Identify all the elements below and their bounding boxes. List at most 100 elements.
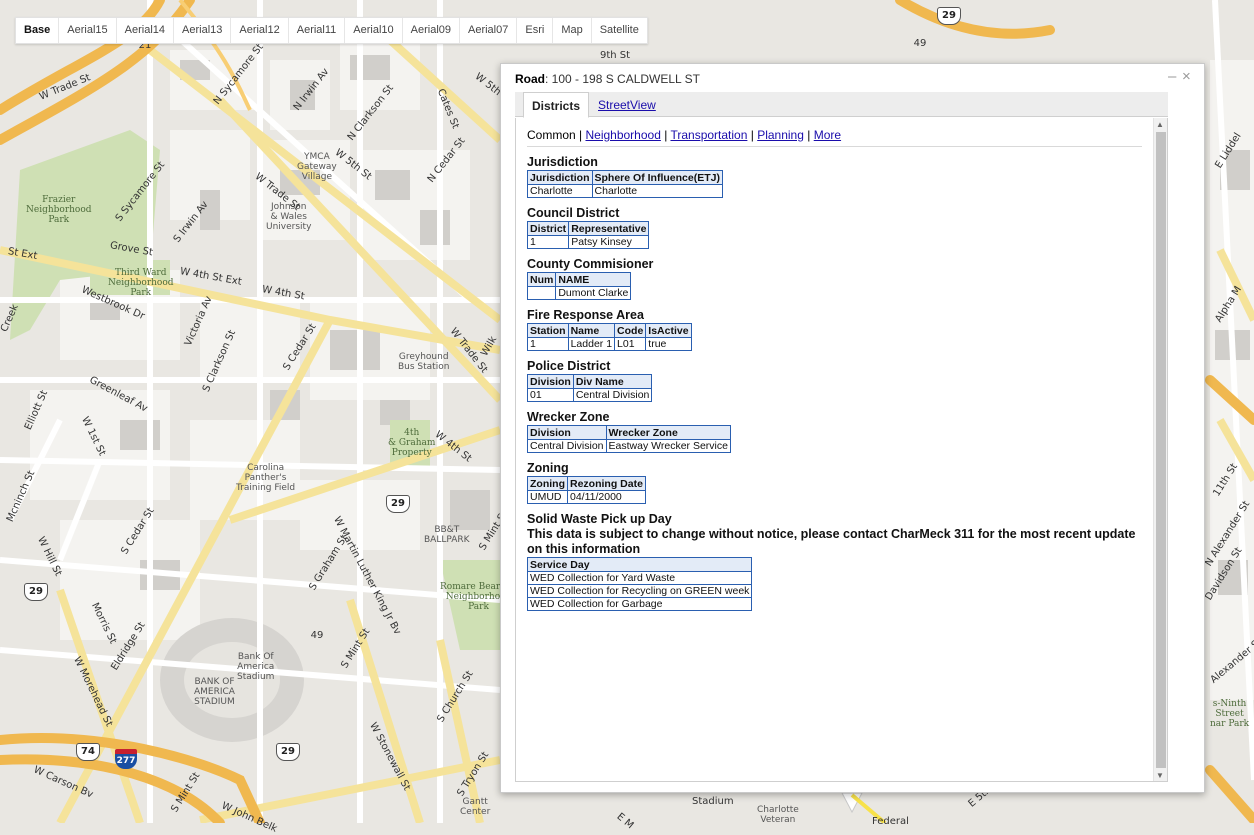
section-jurisdiction: Jurisdiction Jurisdiction Sphere Of Influe… xyxy=(527,155,1142,198)
layer-tab-aerial13[interactable]: Aerial13 xyxy=(174,18,232,43)
table-cell: 04/11/2000 xyxy=(567,490,646,504)
table-header-cell: Division xyxy=(527,425,607,440)
map-street-label: 9th St xyxy=(600,50,631,61)
data-table: Jurisdiction Sphere Of Influence(ETJ) Char… xyxy=(527,170,723,198)
table-row: Central Division Eastway Wrecker Service xyxy=(527,439,731,453)
table-cell: 1 xyxy=(527,337,569,351)
layer-tab-esri[interactable]: Esri xyxy=(517,18,554,43)
section-county-commissioner: County Commisioner Num NAME Dumont Clarke xyxy=(526,257,1142,300)
map-place-label: BB&T BALLPARK xyxy=(424,525,470,545)
scroll-thumb[interactable] xyxy=(1156,132,1166,768)
section-wrecker-zone: Wrecker Zone Division Wrecker Zone Central … xyxy=(527,410,1142,453)
layer-tab-aerial14[interactable]: Aerial14 xyxy=(117,18,175,43)
table-header-cell: District xyxy=(526,221,570,236)
us-route-shield: 74 xyxy=(76,743,100,761)
table-cell: L01 xyxy=(614,337,647,351)
category-common: Common xyxy=(527,128,576,142)
table-header-cell: Rezoning Date xyxy=(567,476,646,491)
table-header-cell: Code xyxy=(614,323,647,338)
popup-tab-bar: Districts StreetView xyxy=(515,92,1168,118)
scroll-up-icon[interactable]: ▲ xyxy=(1156,120,1164,129)
section-title: Wrecker Zone xyxy=(527,410,610,424)
section-title: County Commisioner xyxy=(527,257,654,271)
section-police-district: Police District Division Div Name 01 Central… xyxy=(527,359,1142,402)
map-street-label: Federal xyxy=(872,816,909,827)
us-route-shield: 29 xyxy=(937,7,961,25)
popup-title-label: Road xyxy=(515,72,545,86)
layer-tab-aerial11[interactable]: Aerial11 xyxy=(289,18,346,43)
table-header-cell: Division xyxy=(527,374,574,389)
data-table: Zoning Rezoning Date UMUD 04/11/2000 xyxy=(527,476,646,504)
minimize-icon[interactable]: – xyxy=(1168,68,1176,85)
table-header-cell: Jurisdiction xyxy=(527,170,593,185)
section-zoning: Zoning Zoning Rezoning Date UMUD 04/11/2000 xyxy=(527,461,1142,504)
table-row: Charlotte Charlotte xyxy=(527,184,723,198)
table-header-row: Station Name Code IsActive xyxy=(527,323,692,338)
popup-content[interactable]: Common | Neighborhood | Transportation |… xyxy=(515,118,1168,782)
table-header-cell: Station xyxy=(527,323,569,338)
section-title: Jurisdiction xyxy=(527,155,598,169)
table-header-row: Division Div Name xyxy=(527,374,653,389)
link-more[interactable]: More xyxy=(814,128,841,142)
popup-scrollbar[interactable]: ▲ ▼ xyxy=(1153,118,1167,781)
table-header-cell: Wrecker Zone xyxy=(605,425,731,440)
layer-tab-aerial15[interactable]: Aerial15 xyxy=(59,18,117,43)
tab-districts[interactable]: Districts xyxy=(523,92,590,118)
basemap-layer-selector: Base Aerial15 Aerial14 Aerial13 Aerial12… xyxy=(15,17,648,44)
map-place-label: Greyhound Bus Station xyxy=(398,352,450,372)
table-header-cell: Zoning xyxy=(527,476,568,491)
scroll-down-icon[interactable]: ▼ xyxy=(1156,771,1164,780)
route-label: 49 xyxy=(913,38,927,49)
table-cell: Dumont Clarke xyxy=(555,286,632,300)
table-header-cell: Name xyxy=(567,323,616,338)
close-icon[interactable]: × xyxy=(1182,68,1191,85)
table-cell: Central Division xyxy=(527,439,607,453)
table-header-row: Zoning Rezoning Date xyxy=(527,476,646,491)
link-neighborhood[interactable]: Neighborhood xyxy=(585,128,660,142)
section-note: This data is subject to change without n… xyxy=(527,527,1136,556)
table-cell: Patsy Kinsey xyxy=(568,235,650,249)
table-cell: Charlotte xyxy=(527,184,593,198)
section-title: Police District xyxy=(527,359,611,373)
table-cell: 1 xyxy=(526,235,570,249)
layer-tab-aerial10[interactable]: Aerial10 xyxy=(345,18,403,43)
popup-title: Road: 100 - 198 S CALDWELL ST xyxy=(515,72,700,86)
map-place-label: BANK OF AMERICA STADIUM xyxy=(194,677,235,707)
interstate-shield: 277 xyxy=(115,749,137,769)
separator: | xyxy=(575,128,586,142)
table-row: WED Collection for Garbage xyxy=(526,597,753,611)
us-route-shield: 29 xyxy=(24,583,48,601)
table-cell: WED Collection for Recycling on GREEN we… xyxy=(526,584,753,598)
layer-tab-aerial09[interactable]: Aerial09 xyxy=(403,18,460,43)
table-header-row: Jurisdiction Sphere Of Influence(ETJ) xyxy=(527,170,723,185)
link-transportation[interactable]: Transportation xyxy=(670,128,747,142)
tab-streetview[interactable]: StreetView xyxy=(598,92,656,118)
table-header-row: Num NAME xyxy=(526,272,632,287)
table-row: Dumont Clarke xyxy=(526,286,632,300)
us-route-shield: 29 xyxy=(276,743,300,761)
table-cell: WED Collection for Yard Waste xyxy=(526,571,753,585)
map-park-label: s-Ninth Street nar Park xyxy=(1210,699,1250,729)
layer-tab-satellite[interactable]: Satellite xyxy=(592,18,647,43)
section-solid-waste: Solid Waste Pick up Day This data is subj… xyxy=(526,512,1142,611)
layer-tab-base[interactable]: Base xyxy=(16,18,60,43)
table-header-cell: Service Day xyxy=(526,557,753,572)
table-cell: UMUD xyxy=(527,490,568,504)
map-place-label: YMCA Gateway Village xyxy=(297,152,337,182)
info-popup: Road: 100 - 198 S CALDWELL ST – × Distri… xyxy=(500,63,1205,793)
data-table: Division Div Name 01 Central Division xyxy=(527,374,653,402)
section-title: Council District xyxy=(527,206,620,220)
districts-panel: Common | Neighborhood | Transportation |… xyxy=(526,124,1142,611)
link-planning[interactable]: Planning xyxy=(757,128,804,142)
table-header-cell: IsActive xyxy=(645,323,692,338)
table-cell: Eastway Wrecker Service xyxy=(605,439,731,453)
layer-tab-map[interactable]: Map xyxy=(553,18,592,43)
layer-tab-aerial07[interactable]: Aerial07 xyxy=(460,18,518,43)
layer-tab-aerial12[interactable]: Aerial12 xyxy=(231,18,289,43)
separator: | xyxy=(747,128,758,142)
table-header-row: District Representative xyxy=(526,221,650,236)
section-fire-response-area: Fire Response Area Station Name Code IsActiv… xyxy=(527,308,1142,351)
table-row: WED Collection for Recycling on GREEN we… xyxy=(526,584,753,598)
table-row: UMUD 04/11/2000 xyxy=(527,490,646,504)
table-header-cell: Sphere Of Influence(ETJ) xyxy=(591,170,723,185)
